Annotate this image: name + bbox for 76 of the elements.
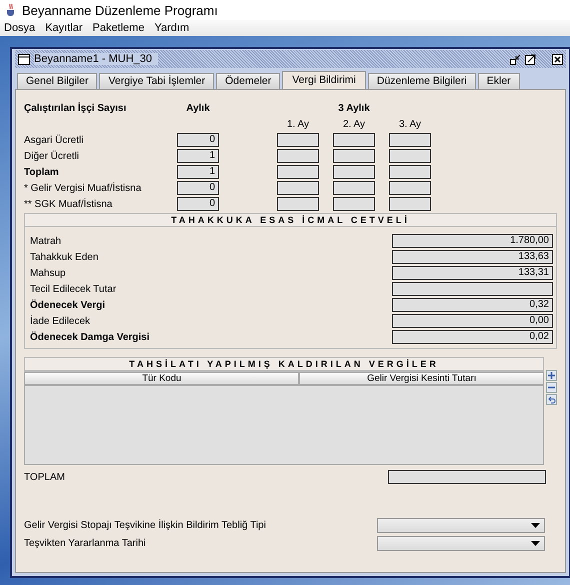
count-field[interactable]: [277, 133, 319, 147]
plus-icon: [547, 371, 556, 380]
count-field[interactable]: [389, 197, 431, 211]
menu-item[interactable]: Dosya: [4, 22, 36, 34]
count-field[interactable]: [277, 149, 319, 163]
column-heading: 1. Ay: [286, 118, 310, 130]
row-label: * Gelir Vergisi Muaf/İstisna: [24, 182, 142, 194]
count-field[interactable]: [333, 197, 375, 211]
amount-field[interactable]: 1.780,00: [392, 234, 553, 248]
amount-field[interactable]: 0,32: [392, 298, 553, 312]
field-label: Gelir Vergisi Stopajı Teşvikine İlişkin Bildirim Tebliğ Tipi: [24, 520, 266, 531]
window-title: Beyanname1 - MUH_30: [34, 53, 158, 65]
dropdown-arrow-icon: [531, 523, 540, 528]
row-label: Mahsup: [30, 268, 66, 278]
row-label: Ödenecek Vergi: [30, 300, 106, 310]
count-field[interactable]: [333, 149, 375, 163]
count-field[interactable]: 0: [177, 133, 219, 147]
count-field[interactable]: [389, 165, 431, 179]
app-title: Beyanname Düzenleme Programı: [22, 2, 218, 18]
menu-item[interactable]: Paketleme: [92, 22, 144, 34]
tab[interactable]: Ödemeler: [216, 73, 280, 89]
row-label: Matrah: [30, 236, 62, 246]
window-icon: [18, 54, 30, 64]
row-label: İade Edilecek: [30, 316, 90, 326]
column-heading: Aylık: [185, 102, 211, 114]
column-header[interactable]: Gelir Vergisi Kesinti Tutarı: [299, 372, 544, 385]
amount-field[interactable]: 133,31: [392, 266, 553, 280]
count-field[interactable]: [333, 165, 375, 179]
field-label: Teşvikten Yararlanma Tarihi: [24, 538, 146, 549]
count-field[interactable]: [389, 181, 431, 195]
amount-field[interactable]: 0,02: [392, 330, 553, 344]
menu-item[interactable]: Kayıtlar: [45, 22, 82, 34]
tab[interactable]: Ekler: [478, 73, 520, 89]
section-heading: Çalıştırılan İşçi Sayısı: [24, 102, 128, 114]
maximize-icon: [525, 54, 536, 64]
count-field[interactable]: [389, 133, 431, 147]
undo-arrow-icon: [547, 395, 556, 404]
column-heading: 2. Ay: [342, 118, 366, 130]
count-field[interactable]: [277, 197, 319, 211]
count-field[interactable]: 0: [177, 181, 219, 195]
count-field[interactable]: 1: [177, 149, 219, 163]
amount-field[interactable]: 0,00: [392, 314, 553, 328]
amount-field[interactable]: [392, 282, 553, 296]
column-header[interactable]: Tür Kodu: [24, 372, 300, 385]
remove-button[interactable]: [546, 382, 557, 393]
row-label: Ödenecek Damga Vergisi: [30, 332, 150, 342]
undo-button[interactable]: [546, 394, 557, 405]
row-label: Asgari Ücretli: [24, 134, 84, 146]
tab[interactable]: Genel Bilgiler: [17, 73, 98, 89]
count-field[interactable]: [333, 181, 375, 195]
tab[interactable]: Düzenleme Bilgileri: [368, 73, 476, 89]
section-title: TAHSİLATI YAPILMIŞ KALDIRILAN VERGİLER: [25, 358, 543, 371]
column-heading: 3. Ay: [398, 118, 422, 130]
count-field[interactable]: [333, 133, 375, 147]
close-icon: [552, 54, 563, 64]
count-field[interactable]: [277, 181, 319, 195]
tab[interactable]: Vergi Bildirimi: [282, 71, 366, 89]
menu-item[interactable]: Yardım: [154, 22, 190, 34]
section-title: TAHAKKUKA ESAS İCMAL CETVELİ: [25, 214, 556, 227]
row-label: ** SGK Muaf/İstisna: [24, 198, 114, 210]
count-field[interactable]: 1: [177, 165, 219, 179]
row-label: Tecil Edilecek Tutar: [30, 284, 116, 294]
row-label: Tahakkuk Eden: [30, 252, 98, 262]
total-label: TOPLAM: [24, 472, 65, 482]
count-field[interactable]: [389, 149, 431, 163]
column-heading: 3 Aylık: [337, 102, 371, 114]
total-field[interactable]: [388, 470, 546, 484]
add-button[interactable]: [546, 370, 557, 381]
amount-field[interactable]: 133,63: [392, 250, 553, 264]
minimize-icon: [510, 54, 521, 64]
row-label: Diğer Ücretli: [24, 150, 80, 162]
tab[interactable]: Vergiye Tabi İşlemler: [99, 73, 214, 89]
row-label: Toplam: [24, 166, 60, 178]
count-field[interactable]: 0: [177, 197, 219, 211]
dropdown-arrow-icon: [531, 541, 540, 546]
count-field[interactable]: [277, 165, 319, 179]
